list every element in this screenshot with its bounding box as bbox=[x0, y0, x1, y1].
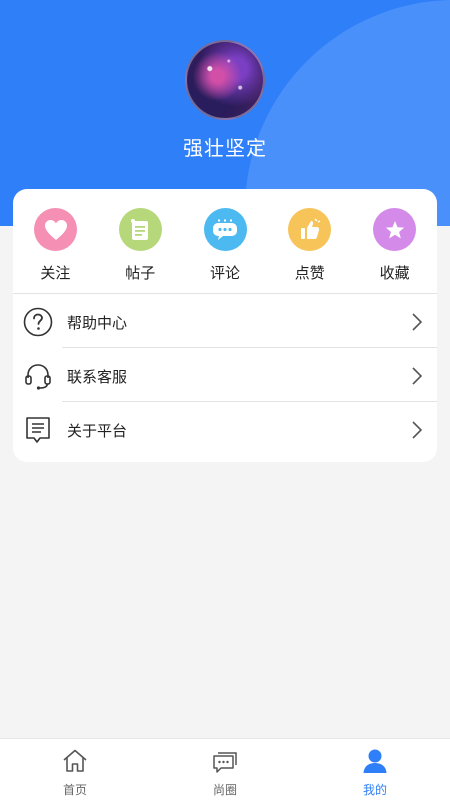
stats-row: 关注 帖子 评论 点赞 收藏 bbox=[13, 189, 437, 293]
tab-home[interactable]: 首页 bbox=[0, 739, 150, 800]
stat-label: 收藏 bbox=[379, 264, 410, 282]
chevron-right-icon bbox=[412, 313, 423, 331]
heart-icon bbox=[34, 208, 77, 251]
comment-icon bbox=[203, 208, 247, 251]
stat-favorites[interactable]: 收藏 bbox=[352, 189, 437, 293]
tab-label: 尚圈 bbox=[212, 783, 237, 797]
avatar[interactable] bbox=[185, 40, 265, 120]
stat-label: 评论 bbox=[209, 264, 240, 282]
menu-label: 帮助中心 bbox=[67, 314, 128, 332]
tab-mine[interactable]: 我的 bbox=[300, 739, 450, 800]
chevron-right-icon bbox=[412, 367, 423, 385]
stat-comments[interactable]: 评论 bbox=[183, 189, 268, 293]
stat-follow[interactable]: 关注 bbox=[13, 189, 98, 293]
home-icon bbox=[63, 749, 87, 772]
note-icon bbox=[118, 208, 162, 251]
star-icon bbox=[373, 208, 417, 251]
bottom-tab-bar: 首页 尚圈 我的 bbox=[0, 738, 450, 800]
profile-card: 关注 帖子 评论 点赞 收藏 帮助中心 联系客服 关于平台 bbox=[13, 189, 437, 462]
headset-icon bbox=[25, 364, 51, 390]
tab-label: 我的 bbox=[362, 783, 387, 797]
menu-help-center[interactable]: 帮助中心 bbox=[13, 294, 437, 348]
document-icon bbox=[26, 417, 50, 443]
tab-label: 首页 bbox=[62, 783, 87, 797]
thumbs-up-icon bbox=[288, 208, 332, 251]
chevron-right-icon bbox=[412, 421, 423, 439]
username: 强壮坚定 bbox=[183, 136, 267, 160]
menu-contact-support[interactable]: 联系客服 bbox=[13, 348, 437, 402]
stat-label: 关注 bbox=[40, 264, 71, 282]
stat-likes[interactable]: 点赞 bbox=[267, 189, 352, 293]
menu-label: 关于平台 bbox=[67, 422, 128, 440]
menu-label: 联系客服 bbox=[67, 368, 128, 386]
tab-circle[interactable]: 尚圈 bbox=[150, 739, 300, 800]
stat-posts[interactable]: 帖子 bbox=[98, 189, 183, 293]
menu-about-platform[interactable]: 关于平台 bbox=[13, 402, 437, 456]
question-circle-icon bbox=[23, 307, 53, 337]
stat-label: 帖子 bbox=[125, 264, 156, 282]
stat-label: 点赞 bbox=[294, 264, 325, 282]
chat-icon bbox=[213, 752, 237, 773]
user-icon bbox=[363, 749, 387, 773]
